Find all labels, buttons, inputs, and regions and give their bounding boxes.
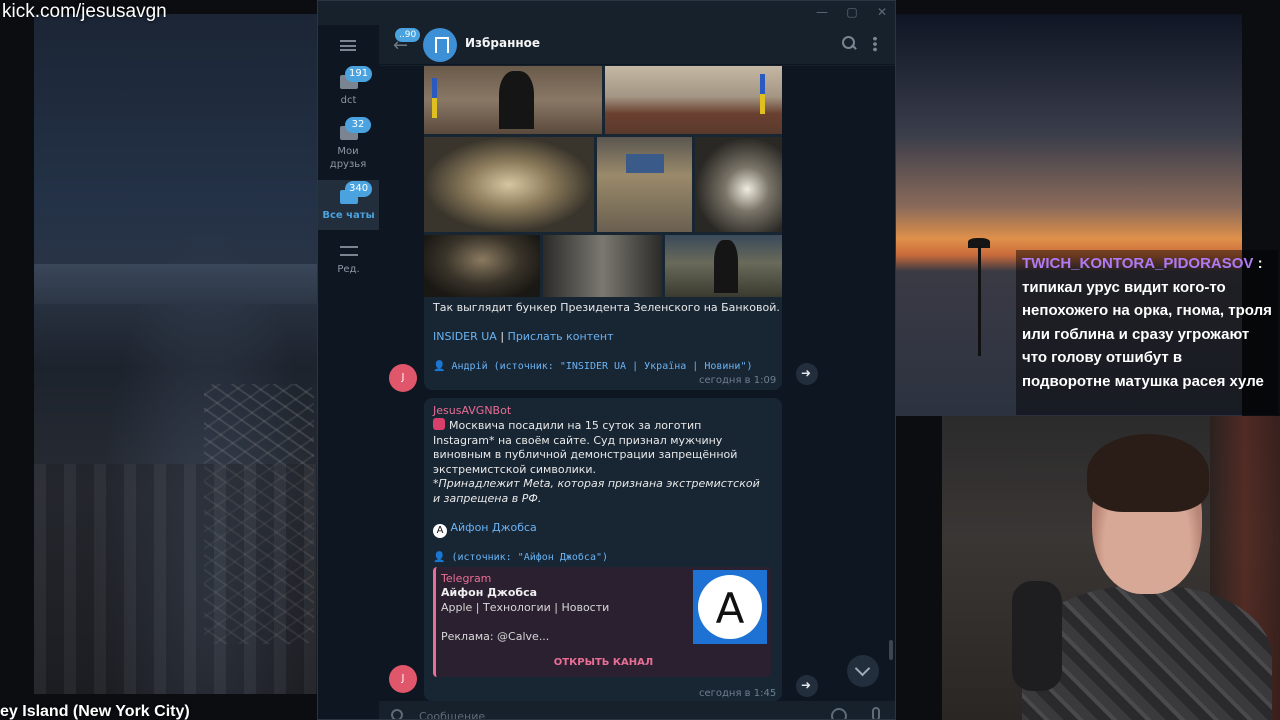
open-channel-button[interactable]: ОТКРЫТЬ КАНАЛ xyxy=(436,657,771,668)
preview-description: Apple | Технологии | Новости Реклама: @C… xyxy=(441,601,610,643)
city-lights xyxy=(34,464,324,694)
sender-name[interactable]: JesusAVGNBot xyxy=(433,404,511,417)
scrollbar-thumb[interactable] xyxy=(889,640,893,660)
message-text: Москвича посадили на 15 суток за логотип… xyxy=(433,418,738,476)
search-icon[interactable] xyxy=(841,35,857,51)
photo[interactable] xyxy=(424,235,540,297)
channel-logo-icon: A xyxy=(433,524,447,538)
forward-icon[interactable] xyxy=(796,675,818,697)
forward-icon[interactable] xyxy=(796,363,818,385)
message-input[interactable]: Сообщение xyxy=(419,710,485,719)
folder-label: Мои друзья xyxy=(329,146,367,170)
folder-badge: 191 xyxy=(345,66,373,82)
photo[interactable] xyxy=(605,66,782,134)
webcam-overlay xyxy=(942,416,1280,720)
folder-label: dct xyxy=(340,95,357,106)
avatar[interactable]: J xyxy=(389,665,417,693)
message-text: Так выглядит бункер Президента Зеленског… xyxy=(433,301,780,314)
message-footnote: *Принадлежит Meta, которая признана экст… xyxy=(433,477,760,505)
photo[interactable] xyxy=(665,235,782,297)
folders-sidebar: 191 dct 32 Мои друзья 340 Все чаты Ред. xyxy=(318,25,379,719)
insider-link[interactable]: INSIDER UA xyxy=(433,330,497,343)
message-composer: Сообщение xyxy=(379,701,895,719)
window-titlebar: — ▢ ✕ xyxy=(318,1,895,25)
unread-badge: ..90 xyxy=(395,28,421,42)
messages-area[interactable]: Так выглядит бункер Президента Зеленског… xyxy=(379,66,895,701)
send-content-link[interactable]: Прислать контент xyxy=(508,330,614,343)
source-line: 👤 Андрій (источник: "INSIDER UA | Україн… xyxy=(433,361,753,372)
hamburger-menu-icon[interactable] xyxy=(340,40,356,51)
photo[interactable] xyxy=(543,235,662,297)
chat-message: типикал урус видит кого-то непохожего на… xyxy=(1022,278,1272,390)
flag-icon xyxy=(432,78,437,118)
channel-link-row: A Айфон Джобса xyxy=(433,521,537,538)
bookmark-icon[interactable] xyxy=(423,28,457,62)
scroll-down-icon[interactable] xyxy=(847,655,879,687)
sliders-icon xyxy=(339,244,358,258)
microphone xyxy=(1012,581,1062,691)
chat-separator: : xyxy=(1253,255,1263,272)
flag-icon xyxy=(760,74,765,114)
preview-source: Telegram xyxy=(441,572,492,585)
stream-background-left xyxy=(34,14,324,694)
streamer-hair xyxy=(1087,434,1209,512)
folder-badge: 32 xyxy=(345,117,371,133)
message-time: сегодня в 1:45 xyxy=(699,688,777,699)
message-links: INSIDER UA | Прислать контент xyxy=(433,330,614,345)
message-time: сегодня в 1:09 xyxy=(699,375,777,386)
stream-caption: ey Island (New York City) xyxy=(0,703,190,720)
channel-link[interactable]: Айфон Джобса xyxy=(451,521,537,534)
chat-header: ← ..90 Избранное xyxy=(379,25,895,65)
stream-url: kick.com/jesusavgn xyxy=(2,1,167,22)
preview-image[interactable]: A xyxy=(693,570,767,644)
sea-strip xyxy=(34,264,324,304)
folder-label: Ред. xyxy=(337,264,360,275)
message-bubble[interactable]: Так выглядит бункер Президента Зеленског… xyxy=(424,66,782,390)
folder-badge: 340 xyxy=(345,181,373,197)
link-separator: | xyxy=(496,330,508,343)
close-icon[interactable]: ✕ xyxy=(874,4,890,20)
folder-all-chats[interactable]: 340 Все чаты xyxy=(318,180,379,230)
folder-moi-druzya[interactable]: 32 Мои друзья xyxy=(318,117,379,182)
parachute-tower xyxy=(978,246,981,356)
telegram-window: — ▢ ✕ 191 dct 32 Мои друзья 340 Все чаты… xyxy=(317,0,896,720)
attach-icon[interactable] xyxy=(391,709,403,719)
microphone-icon[interactable] xyxy=(872,707,880,719)
chat-title[interactable]: Избранное xyxy=(465,36,540,50)
folder-dct[interactable]: 191 dct xyxy=(318,66,379,119)
twitch-chat-overlay: TWICH_KONTORA_PIDORASOV : типикал урус в… xyxy=(1016,250,1278,415)
source-line: 👤 (источник: "Айфон Джобса") xyxy=(433,552,609,563)
instagram-icon xyxy=(433,418,445,430)
folder-edit[interactable]: Ред. xyxy=(318,244,379,284)
emoji-icon[interactable] xyxy=(831,708,847,719)
maximize-icon[interactable]: ▢ xyxy=(844,4,860,20)
message-bubble[interactable]: JesusAVGNBot Москвича посадили на 15 сут… xyxy=(424,398,782,701)
photo[interactable] xyxy=(424,66,602,134)
preview-title: Айфон Джобса xyxy=(441,586,538,599)
folder-label: Все чаты xyxy=(322,210,375,221)
link-preview[interactable]: Telegram Айфон Джобса Apple | Технологии… xyxy=(433,567,771,677)
photo[interactable] xyxy=(695,137,782,232)
minimize-icon[interactable]: — xyxy=(814,4,830,20)
photo[interactable] xyxy=(424,137,594,232)
more-menu-icon[interactable] xyxy=(873,36,877,52)
chat-username: TWICH_KONTORA_PIDORASOV xyxy=(1022,255,1254,272)
photo[interactable] xyxy=(597,137,692,232)
avatar[interactable]: J xyxy=(389,364,417,392)
